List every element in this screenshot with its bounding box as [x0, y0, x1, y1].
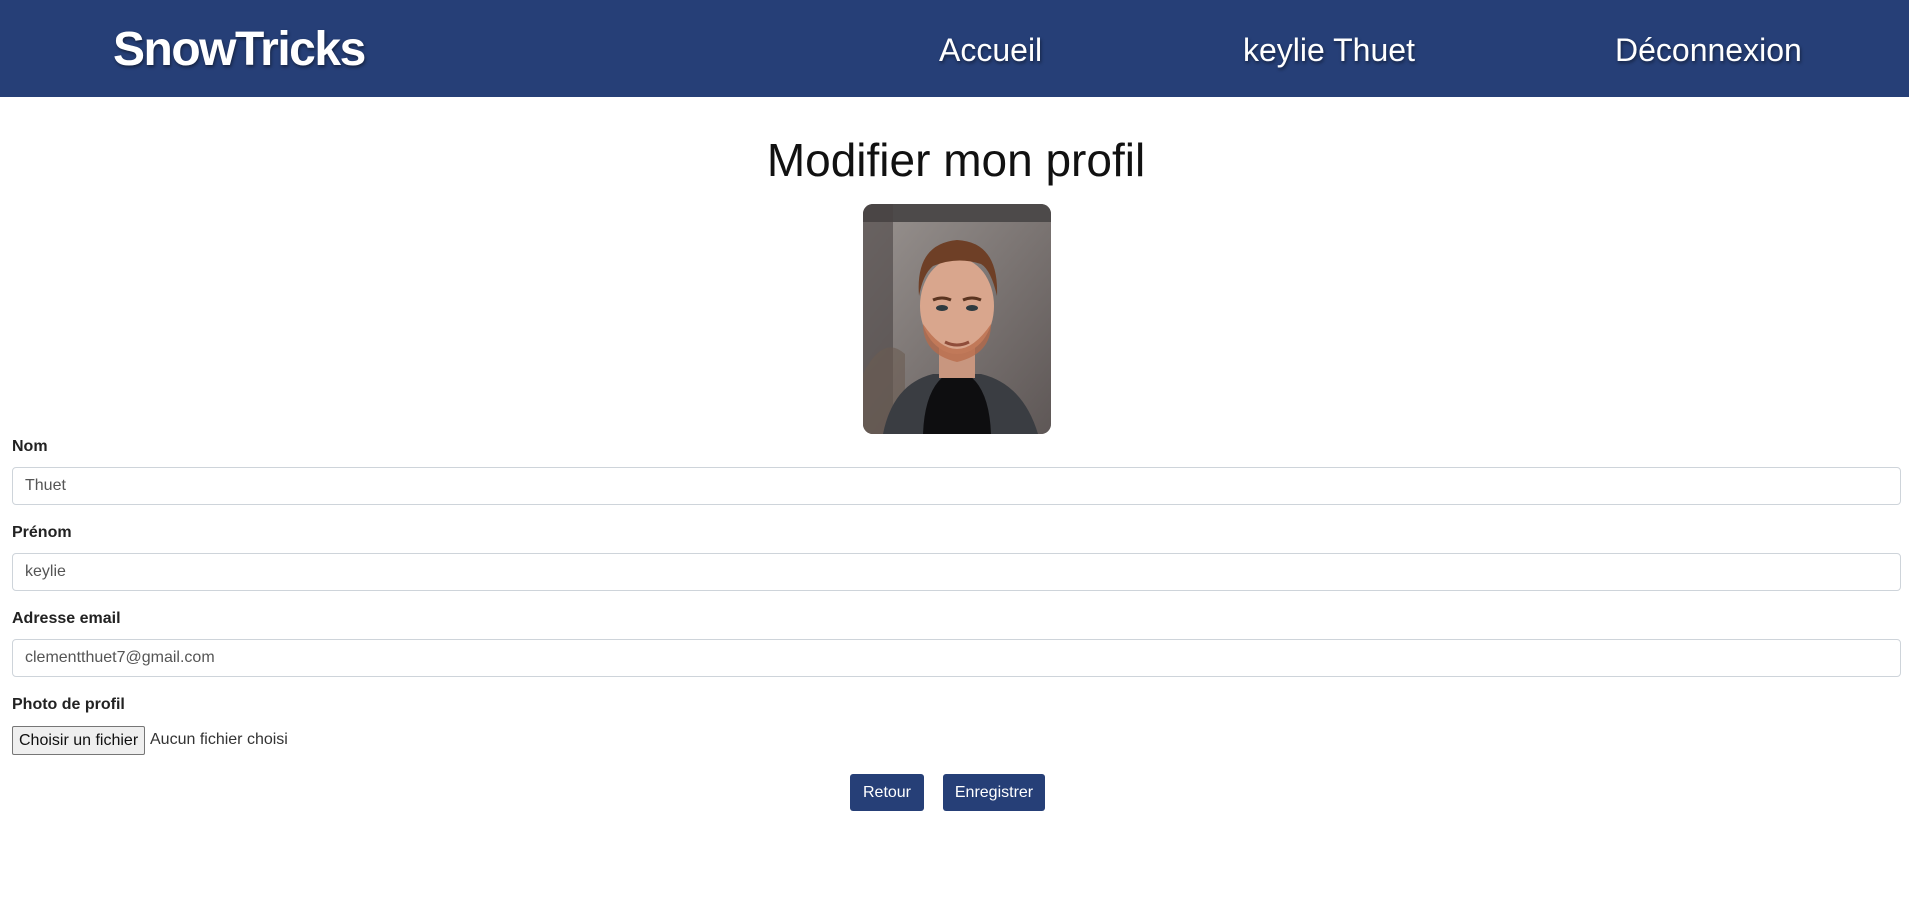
- back-button[interactable]: Retour: [850, 774, 924, 811]
- nav-link-user-profile[interactable]: keylie Thuet: [1243, 30, 1415, 70]
- profile-photo: [863, 204, 1051, 434]
- profile-photo-image: [863, 204, 1051, 434]
- file-status-text: Aucun fichier choisi: [150, 731, 288, 748]
- first-name-label: Prénom: [12, 524, 72, 541]
- navbar: SnowTricks Accueil keylie Thuet Déconnex…: [0, 0, 1909, 97]
- email-input[interactable]: [12, 639, 1901, 677]
- last-name-input[interactable]: [12, 467, 1901, 505]
- nav-link-home[interactable]: Accueil: [939, 30, 1042, 70]
- first-name-input[interactable]: [12, 553, 1901, 591]
- save-button[interactable]: Enregistrer: [943, 774, 1045, 811]
- email-label: Adresse email: [12, 610, 121, 627]
- page-title: Modifier mon profil: [766, 134, 1146, 186]
- last-name-label: Nom: [12, 438, 48, 455]
- choose-file-button[interactable]: Choisir un fichier: [12, 726, 146, 755]
- nav-link-logout[interactable]: Déconnexion: [1615, 30, 1802, 70]
- profile-photo-label: Photo de profil: [12, 696, 125, 713]
- brand-logo[interactable]: SnowTricks: [113, 20, 366, 80]
